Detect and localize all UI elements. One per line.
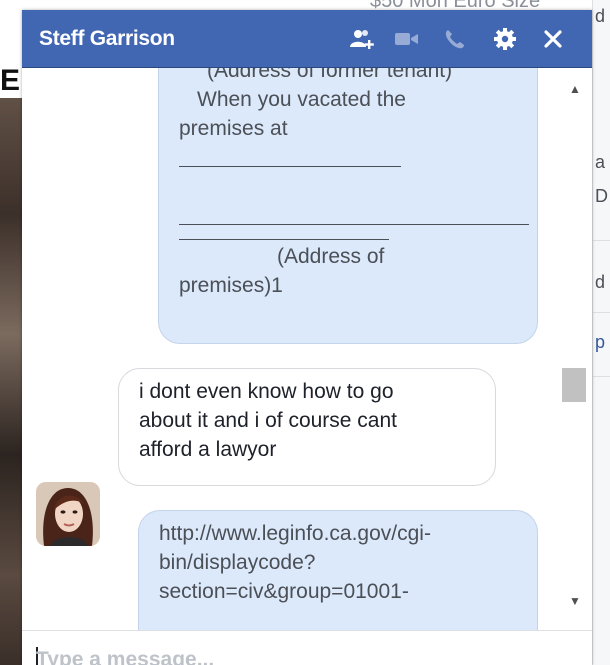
- background-right-column: d a D d p: [592, 0, 610, 665]
- message-link-line[interactable]: bin/displaycode?: [159, 548, 517, 577]
- chat-titlebar[interactable]: Steff Garrison: [22, 10, 592, 68]
- message-bubble-received: i dont even know how to go about it and …: [118, 368, 496, 486]
- message-line: afford a lawyor: [139, 438, 277, 461]
- message-line: (Address of former tenant): [207, 68, 453, 82]
- close-icon[interactable]: [540, 26, 566, 52]
- background-letter: E: [0, 64, 22, 98]
- background-fragment: d: [595, 6, 606, 26]
- message-list[interactable]: (Address of former tenant) When you vaca…: [22, 68, 592, 630]
- message-line: premises)1: [179, 274, 283, 297]
- message-input[interactable]: [36, 645, 556, 665]
- message-bubble-sent: (Address of former tenant) When you vaca…: [158, 68, 538, 344]
- chat-window: Steff Garrison (Address of former tenant…: [22, 10, 592, 665]
- avatar[interactable]: [36, 482, 100, 546]
- message-line: i dont even know how to go: [139, 380, 394, 403]
- add-friend-icon[interactable]: [350, 26, 376, 52]
- message-link-line[interactable]: http://www.leginfo.ca.gov/cgi-: [159, 519, 517, 548]
- blank-line: [179, 143, 517, 172]
- message-line: premises at: [179, 117, 288, 140]
- video-call-icon[interactable]: [394, 26, 420, 52]
- background-photo: [0, 64, 22, 665]
- blank-spacer: [179, 172, 517, 201]
- message-line: about it and i of course cant: [139, 409, 397, 432]
- page: $50 Mon Euro Size E d a D d p Steff Garr…: [0, 0, 610, 665]
- phone-icon[interactable]: [442, 26, 468, 52]
- blank-line: [179, 201, 529, 230]
- scroll-up-icon[interactable]: ▲: [566, 80, 584, 98]
- blank-line: [179, 230, 517, 242]
- composer: [22, 630, 592, 665]
- background-fragment: a: [595, 152, 606, 172]
- chat-title[interactable]: Steff Garrison: [39, 10, 175, 68]
- scrollbar-thumb[interactable]: [562, 368, 586, 402]
- background-fragment: D: [595, 186, 608, 206]
- message-line: (Address of: [277, 245, 385, 268]
- scroll-down-icon[interactable]: ▼: [566, 592, 584, 610]
- background-fragment: d: [595, 272, 606, 292]
- message-line: When you vacated the: [197, 88, 406, 111]
- message-bubble-sent[interactable]: http://www.leginfo.ca.gov/cgi- bin/displ…: [138, 510, 538, 630]
- message-scrollbar[interactable]: ▲ ▼: [562, 68, 588, 630]
- gear-icon[interactable]: [492, 26, 518, 52]
- background-link-fragment[interactable]: p: [595, 332, 605, 353]
- message-link-line[interactable]: section=civ&group=01001-: [159, 577, 517, 606]
